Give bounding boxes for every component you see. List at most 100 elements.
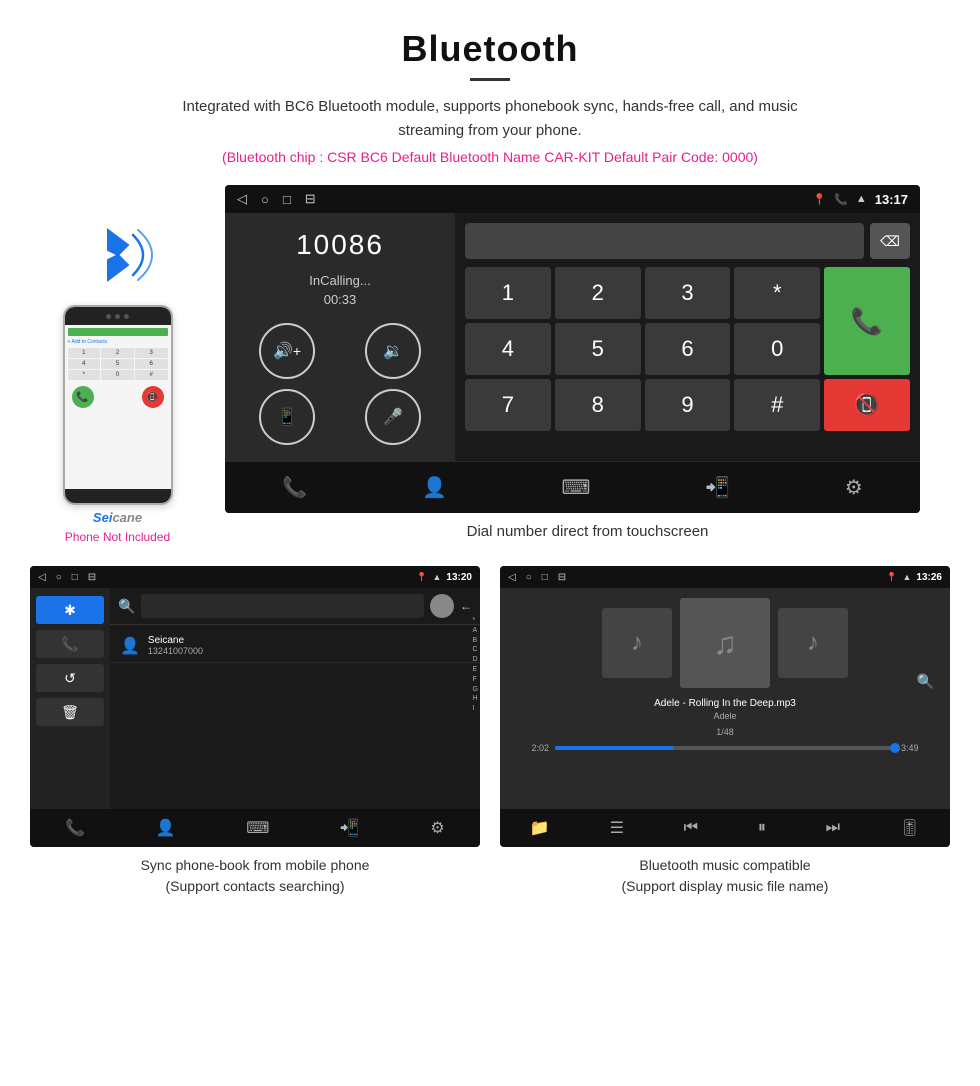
numpad-key-4[interactable]: 4 — [465, 323, 551, 375]
settings-nav-icon[interactable]: ⚙ — [845, 475, 863, 500]
dialpad-nav-icon[interactable]: ⌨ — [562, 475, 591, 500]
transfer-nav-icon[interactable]: 📲 — [705, 475, 730, 500]
song-count: 1/48 — [716, 727, 734, 737]
numpad-key-8[interactable]: 8 — [555, 379, 641, 431]
phone-key-2: 2 — [101, 348, 134, 358]
dial-number: 10086 — [239, 229, 441, 261]
seicane-logo: Seicane — [93, 510, 142, 525]
pb-recent-icon: □ — [72, 572, 78, 583]
music-note-sm-right: ♪ — [807, 629, 819, 657]
music-content: ♪ ♫ ♪ 🔍 Adele - Rolling In the Deep.mp3 … — [500, 588, 950, 809]
volume-down-btn[interactable]: 🔉 — [365, 323, 421, 379]
pb-sync-icon[interactable]: ↺ — [36, 664, 104, 692]
bottom-screens: ◁ ○ □ ⊟ 📍 ▲ 13:20 ✱ 📞 ↺ 🗑 — [0, 556, 980, 917]
numpad-key-6[interactable]: 6 — [645, 323, 731, 375]
phone-key-4: 4 — [68, 359, 101, 369]
album-art-center: ♫ — [680, 598, 770, 688]
phonebook-caption: Sync phone-book from mobile phone (Suppo… — [30, 855, 480, 897]
music-folder-icon[interactable]: 📁 — [530, 818, 550, 838]
music-time: 13:26 — [916, 572, 942, 583]
music-prev-icon[interactable]: ⏮ — [684, 819, 698, 837]
numpad-key-0[interactable]: 0 — [734, 323, 820, 375]
numpad-key-9[interactable]: 9 — [645, 379, 731, 431]
dial-input-field[interactable] — [465, 223, 864, 259]
numpad-end-btn[interactable]: 📵 — [824, 379, 910, 431]
call-status-icon: 📞 — [834, 193, 848, 206]
pb-nav-dialpad[interactable]: ⌨ — [246, 818, 269, 838]
pb-back-arrow[interactable]: ← — [460, 599, 472, 613]
music-screen-wrapper: ◁ ○ □ ⊟ 📍 ▲ 13:26 ♪ — [500, 566, 950, 897]
song-title: Adele - Rolling In the Deep.mp3 — [654, 698, 796, 709]
pb-signal-icon: ▲ — [433, 572, 442, 582]
pb-alpha-list: * A B C D E F G H I — [473, 616, 478, 714]
pb-home-icon: ○ — [56, 572, 62, 583]
phone-key-8: 0 — [101, 370, 134, 380]
contacts-nav-icon[interactable]: 👤 — [422, 475, 447, 500]
pb-phone-icon[interactable]: 📞 — [36, 630, 104, 658]
pb-nav-contacts[interactable]: 👤 — [156, 818, 176, 838]
car-screen-container: ◁ ○ □ ⊟ 📍 📞 ▲ 13:17 10086 InCalling... — [225, 185, 950, 556]
music-search-icon[interactable]: 🔍 — [917, 673, 934, 690]
pb-bt-icon[interactable]: ✱ — [36, 596, 104, 624]
mute-btn[interactable]: 🎤 — [365, 389, 421, 445]
bluetooth-icon-area — [78, 215, 158, 295]
music-status-icons: 📍 ▲ 13:26 — [886, 572, 942, 583]
backspace-btn[interactable]: ⌫ — [870, 223, 910, 259]
music-note-sm-left: ♪ — [631, 629, 643, 657]
numpad-call-btn[interactable]: 📞 — [824, 267, 910, 375]
progress-row: 2:02 3:49 — [532, 743, 919, 753]
numpad-key-5[interactable]: 5 — [555, 323, 641, 375]
phone-key-1: 1 — [68, 348, 101, 358]
numpad-key-hash[interactable]: # — [734, 379, 820, 431]
pb-nav-phone[interactable]: 📞 — [65, 818, 85, 838]
call-timer: 00:33 — [239, 292, 441, 307]
pb-time: 13:20 — [446, 572, 472, 583]
dial-input-row: ⌫ — [465, 223, 910, 259]
music-list-icon[interactable]: ☰ — [610, 818, 624, 838]
phone-screen: + Add to Contacts 1 2 3 4 5 6 * 0 # — [65, 325, 171, 489]
music-signal-icon: ▲ — [903, 572, 912, 582]
phone-action-row: 📞 📵 — [68, 386, 168, 408]
phonebook-screen-wrapper: ◁ ○ □ ⊟ 📍 ▲ 13:20 ✱ 📞 ↺ 🗑 — [30, 566, 480, 897]
phone-nav-icon[interactable]: 📞 — [282, 475, 307, 500]
title-underline — [470, 78, 510, 81]
music-home-icon: ○ — [526, 572, 532, 583]
pb-sidebar: ✱ 📞 ↺ 🗑 — [30, 588, 110, 809]
song-artist: Adele — [713, 711, 736, 721]
numpad-key-1[interactable]: 1 — [465, 267, 551, 319]
car-dial-screen: ◁ ○ □ ⊟ 📍 📞 ▲ 13:17 10086 InCalling... — [225, 185, 920, 513]
numpad-key-3[interactable]: 3 — [645, 267, 731, 319]
music-bottom-nav: 📁 ☰ ⏮ ⏸ ⏭ 🎚 — [500, 809, 950, 847]
numpad: 1 2 3 * 📞 4 5 6 0 7 8 — [465, 267, 910, 431]
volume-up-btn[interactable]: 🔊+ — [259, 323, 315, 379]
music-eq-icon[interactable]: 🎚 — [900, 818, 920, 838]
music-play-icon[interactable]: ⏸ — [758, 819, 766, 837]
pb-nav-transfer[interactable]: 📲 — [340, 818, 360, 838]
call-status: InCalling... — [239, 273, 441, 288]
music-recent-icon: □ — [542, 572, 548, 583]
pb-contact-name: Seicane — [148, 635, 203, 646]
phone-not-included-label: Phone Not Included — [65, 530, 170, 544]
music-note-center: ♫ — [713, 625, 737, 662]
pb-nav-settings[interactable]: ⚙ — [430, 818, 444, 838]
numpad-key-7[interactable]: 7 — [465, 379, 551, 431]
phone-key-6: 6 — [135, 359, 168, 369]
music-location-icon: 📍 — [886, 572, 897, 583]
pb-contact-item[interactable]: 👤 Seicane 13241007000 — [110, 629, 480, 663]
numpad-key-2[interactable]: 2 — [555, 267, 641, 319]
page-title: Bluetooth — [20, 28, 960, 70]
music-next-icon[interactable]: ⏭ — [826, 819, 840, 837]
phone-green-bar — [68, 328, 168, 336]
numpad-key-star[interactable]: * — [734, 267, 820, 319]
progress-bar[interactable] — [555, 746, 895, 750]
call-controls: 🔊+ 🔉 📱 🎤 — [239, 323, 441, 445]
music-caption: Bluetooth music compatible (Support disp… — [500, 855, 950, 897]
pb-search-field[interactable] — [141, 594, 424, 618]
pb-person-icon: 👤 — [120, 636, 140, 656]
phone-key-7: * — [68, 370, 101, 380]
phone-call-btn: 📞 — [72, 386, 94, 408]
phone-add-contact: + Add to Contacts — [68, 339, 168, 345]
pb-delete-icon[interactable]: 🗑 — [36, 698, 104, 726]
pb-back-icon: ◁ — [38, 572, 46, 583]
transfer-btn[interactable]: 📱 — [259, 389, 315, 445]
